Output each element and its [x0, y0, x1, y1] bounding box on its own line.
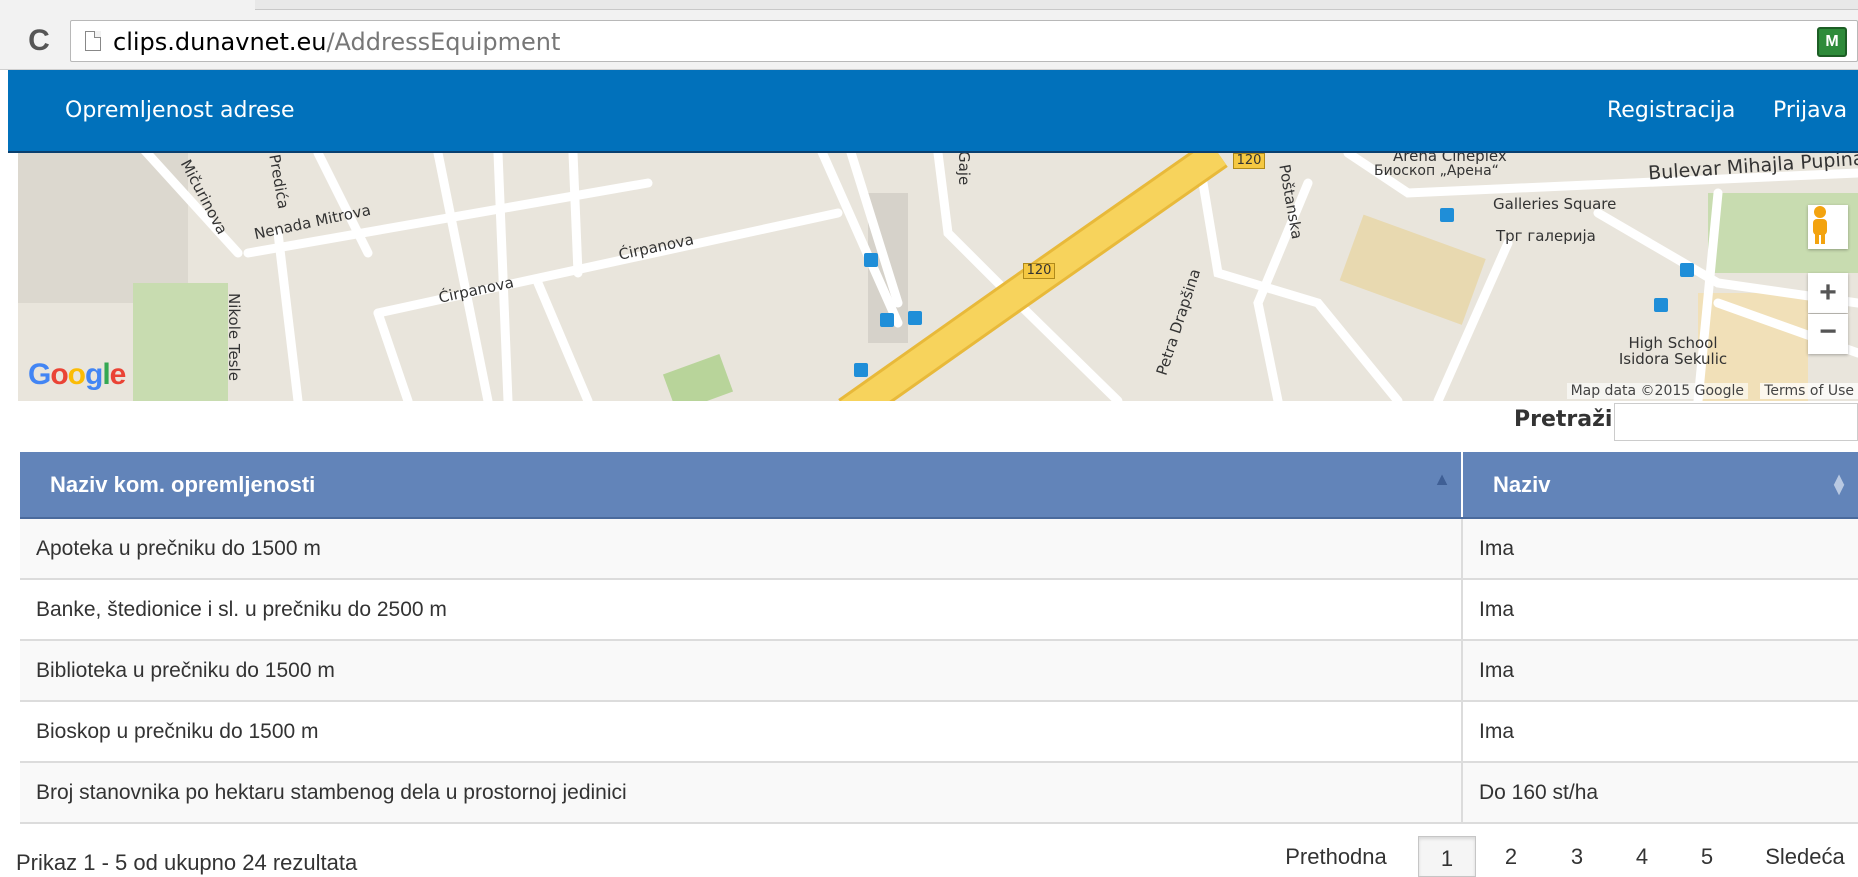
- map-label-galleries-square: Galleries Square: [1493, 195, 1617, 213]
- map-terms-link[interactable]: Terms of Use: [1760, 383, 1858, 399]
- zoom-in-button[interactable]: +: [1808, 273, 1848, 313]
- pagination-prev[interactable]: Prethodna: [1282, 837, 1390, 877]
- pagination-page-5[interactable]: 5: [1692, 837, 1722, 877]
- bus-stop-icon: [880, 313, 894, 327]
- search-input[interactable]: [1614, 403, 1858, 441]
- zoom-out-button[interactable]: −: [1808, 314, 1848, 354]
- route-shield-120-b: 120: [1233, 153, 1265, 169]
- map-label-nikole-tesle: Nikole Tesle: [225, 293, 243, 381]
- table-cell-equipment: Broj stanovnika po hektaru stambenog del…: [20, 762, 1463, 824]
- table-row: Bioskop u prečniku do 1500 m Ima: [20, 701, 1858, 763]
- bus-stop-icon: [1654, 298, 1668, 312]
- reload-icon[interactable]: C: [22, 24, 56, 58]
- bus-stop-icon: [908, 311, 922, 325]
- pegman-icon[interactable]: [1808, 205, 1848, 249]
- column-header-label: Naziv kom. opremljenosti: [50, 471, 316, 497]
- map[interactable]: Mičurinova Nenada Mitrova Nikole Tesle Ć…: [18, 153, 1858, 401]
- login-link[interactable]: Prijava: [1773, 98, 1847, 123]
- table-cell-value: Ima: [1462, 701, 1858, 763]
- column-header-name[interactable]: Naziv ▲ ▼: [1462, 452, 1858, 519]
- table-row: Biblioteka u prečniku do 1500 m Ima: [20, 640, 1858, 702]
- bus-stop-icon: [864, 253, 878, 267]
- table-cell-value: Ima: [1462, 640, 1858, 702]
- map-label-bioskop: Биоскоп „Арена“: [1374, 163, 1499, 179]
- bus-stop-icon: [1440, 208, 1454, 222]
- pagination-page-1[interactable]: 1: [1418, 836, 1476, 877]
- table-row: Broj stanovnika po hektaru stambenog del…: [20, 762, 1858, 824]
- browser-toolbar: C clips.dunavnet.eu/AddressEquipment M: [0, 0, 1858, 70]
- table-cell-equipment: Banke, štedionice i sl. u prečniku do 25…: [20, 579, 1463, 641]
- map-label-trg-galerija: Трг галерија: [1496, 227, 1596, 245]
- table-cell-equipment: Bioskop u prečniku do 1500 m: [20, 701, 1463, 763]
- bus-stop-icon: [1680, 263, 1694, 277]
- url-host: clips.dunavnet.eu: [113, 28, 327, 56]
- route-shield-120-a: 120: [1023, 263, 1055, 279]
- register-link[interactable]: Registracija: [1607, 98, 1735, 123]
- address-bar[interactable]: clips.dunavnet.eu/AddressEquipment M: [70, 20, 1858, 62]
- map-label-gaje: Gaje: [955, 153, 973, 186]
- map-canvas: [18, 153, 1858, 401]
- bus-stop-icon: [854, 363, 868, 377]
- column-header-label: Naziv: [1493, 471, 1551, 497]
- page-icon: [85, 31, 101, 51]
- table-row: Apoteka u prečniku do 1500 m Ima: [20, 518, 1858, 580]
- table-cell-equipment: Apoteka u prečniku do 1500 m: [20, 518, 1463, 580]
- pagination-page-4[interactable]: 4: [1627, 837, 1657, 877]
- table-cell-value: Ima: [1462, 579, 1858, 641]
- table-cell-value: Ima: [1462, 518, 1858, 580]
- table-row: Banke, štedionice i sl. u prečniku do 25…: [20, 579, 1858, 641]
- table-header-row: Naziv kom. opremljenosti ▲ Naziv ▲ ▼: [20, 452, 1858, 519]
- pagination-page-3[interactable]: 3: [1562, 837, 1592, 877]
- url-path: /AddressEquipment: [326, 28, 561, 56]
- table-cell-equipment: Biblioteka u prečniku do 1500 m: [20, 640, 1463, 702]
- tab-strip: [255, 0, 1858, 10]
- brand-link[interactable]: Opremljenost adrese: [65, 98, 295, 123]
- extension-icon[interactable]: M: [1817, 27, 1847, 57]
- column-header-equipment[interactable]: Naziv kom. opremljenosti ▲: [20, 452, 1463, 519]
- search-label: Pretraži:: [1514, 407, 1622, 432]
- url-text: clips.dunavnet.eu/AddressEquipment: [113, 28, 560, 56]
- table-cell-value: Do 160 st/ha: [1462, 762, 1858, 824]
- pagination-page-2[interactable]: 2: [1496, 837, 1526, 877]
- equipment-table: Naziv kom. opremljenosti ▲ Naziv ▲ ▼ Apotek…: [20, 452, 1858, 824]
- map-copyright: Map data ©2015 Google: [1566, 383, 1748, 399]
- sort-asc-icon: ▲: [1433, 469, 1451, 489]
- results-info: Prikaz 1 - 5 od ukupno 24 rezultata: [16, 850, 358, 875]
- sort-icon: ▲ ▼: [1830, 469, 1848, 499]
- google-logo: Google: [28, 358, 126, 391]
- navbar: Opremljenost adrese Registracija Prijava: [8, 70, 1858, 153]
- pagination-next[interactable]: Sledeća: [1760, 837, 1850, 877]
- map-label-high-school: High School Isidora Sekulic: [1618, 334, 1728, 368]
